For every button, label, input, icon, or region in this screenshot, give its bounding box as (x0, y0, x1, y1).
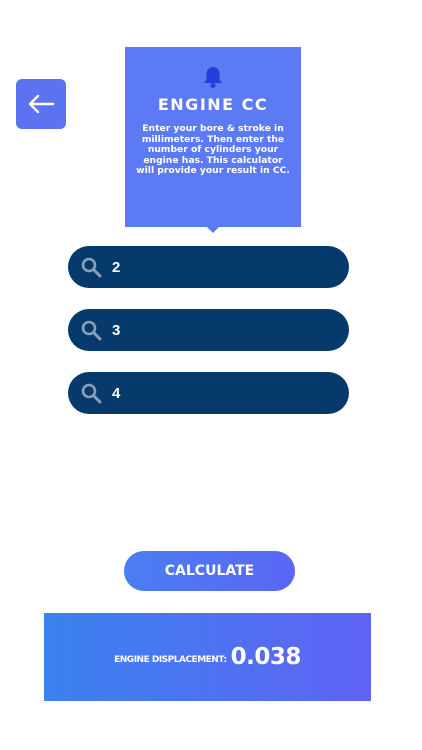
calculate-button[interactable]: CALCULATE (124, 551, 295, 591)
search-icon (81, 383, 102, 404)
cylinders-field[interactable] (68, 372, 349, 414)
cylinders-input[interactable] (112, 384, 312, 402)
bell-icon (204, 67, 222, 88)
result-value: 0.038 (230, 644, 302, 670)
info-description: Enter your bore & stroke in millimeters.… (136, 123, 290, 176)
back-button[interactable] (16, 79, 66, 129)
engine-cc-screen: { "header": { "back_icon": "arrow-left-i… (0, 0, 422, 750)
arrow-left-icon (28, 94, 55, 114)
result-label: ENGINE DISPLACEMENT: (114, 655, 227, 665)
search-icon (81, 320, 102, 341)
search-icon (81, 257, 102, 278)
bore-field[interactable] (68, 246, 349, 288)
info-card: ENGINE CC Enter your bore & stroke in mi… (125, 47, 301, 233)
page-title: ENGINE CC (157, 95, 269, 114)
stroke-field[interactable] (68, 309, 349, 351)
stroke-input[interactable] (112, 321, 312, 339)
bore-input[interactable] (112, 258, 312, 276)
result-panel: ENGINE DISPLACEMENT: 0.038 (44, 613, 371, 701)
